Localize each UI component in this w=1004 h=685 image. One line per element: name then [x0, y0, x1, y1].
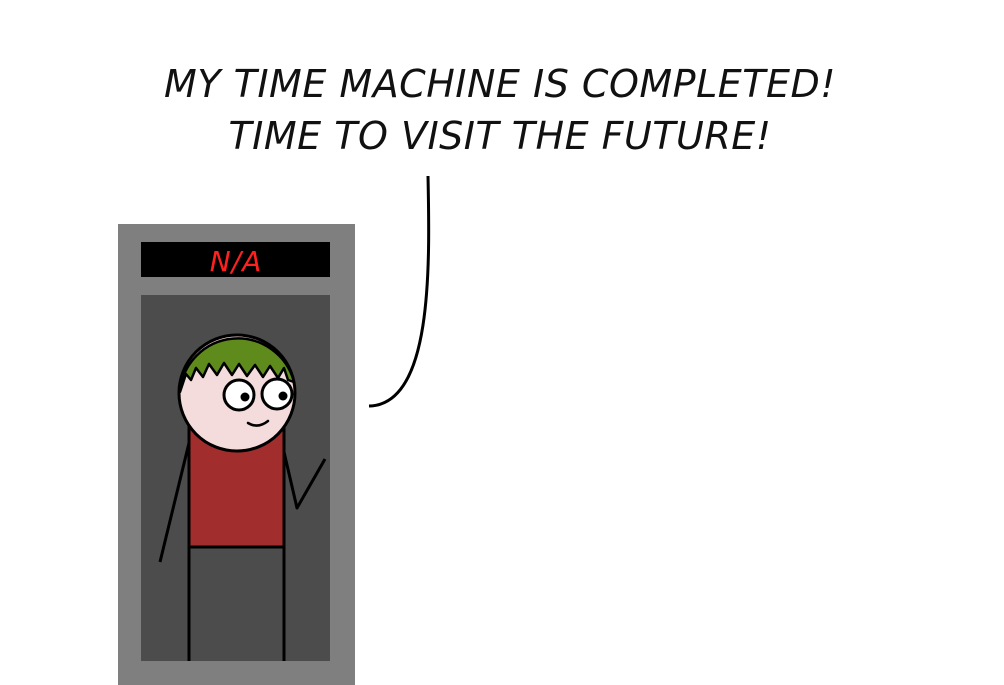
- comic-scene: N/A: [118, 175, 431, 685]
- booth-display-text: N/A: [210, 245, 263, 278]
- left-eye: [222, 378, 256, 412]
- left-pupil: [240, 392, 250, 402]
- comic-panel: MY TIME MACHINE IS COMPLETED! TIME TO VI…: [0, 0, 1004, 685]
- speech-tail: [368, 175, 431, 408]
- right-pupil: [278, 391, 288, 401]
- right-eye: [260, 377, 294, 411]
